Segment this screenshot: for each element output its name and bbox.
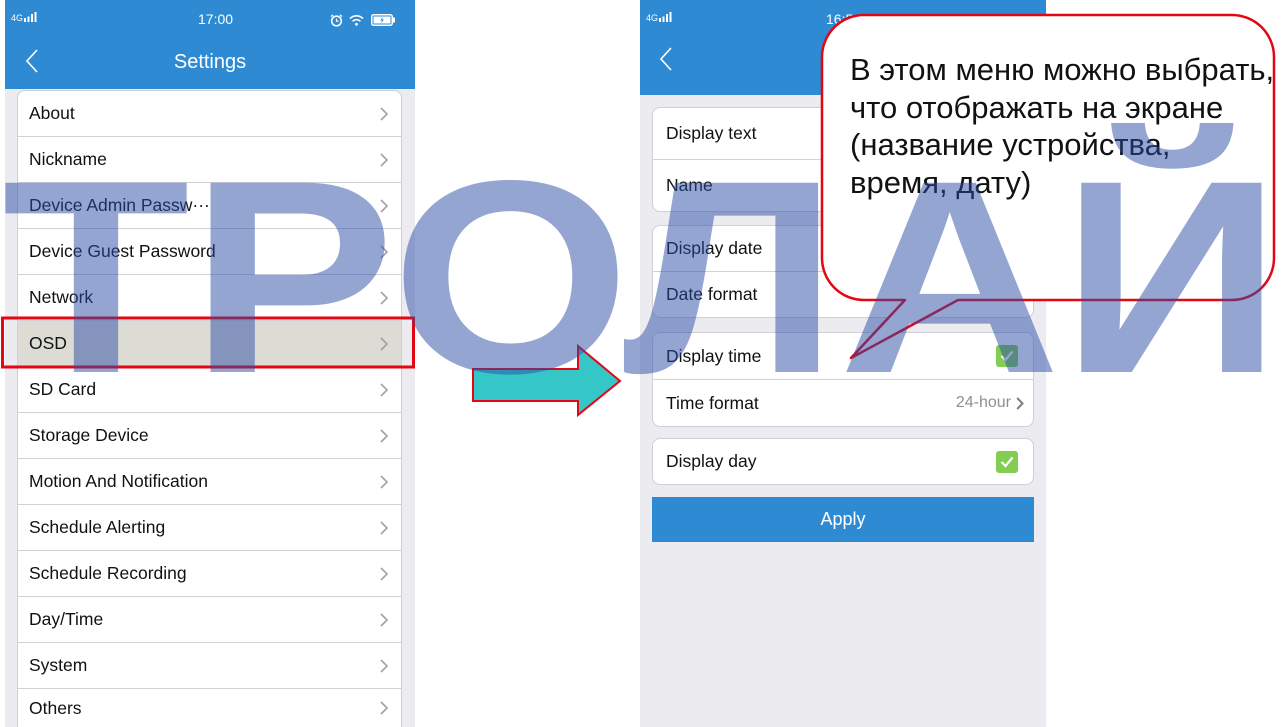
arrow-right-icon	[472, 343, 622, 418]
tutorial-canvas: 4G 17:00 Settings About Nickname Device …	[0, 0, 1284, 727]
callout-line: что отображать на экране	[850, 89, 1224, 125]
callout-line: (название устройства,	[850, 127, 1171, 162]
callout-line: В этом меню можно выбрать,	[850, 52, 1275, 87]
callout-line: время, дату)	[850, 164, 1032, 200]
callout-text: В этом меню можно выбрать, что отображат…	[850, 51, 1274, 201]
osd-highlight-box	[1, 316, 415, 369]
